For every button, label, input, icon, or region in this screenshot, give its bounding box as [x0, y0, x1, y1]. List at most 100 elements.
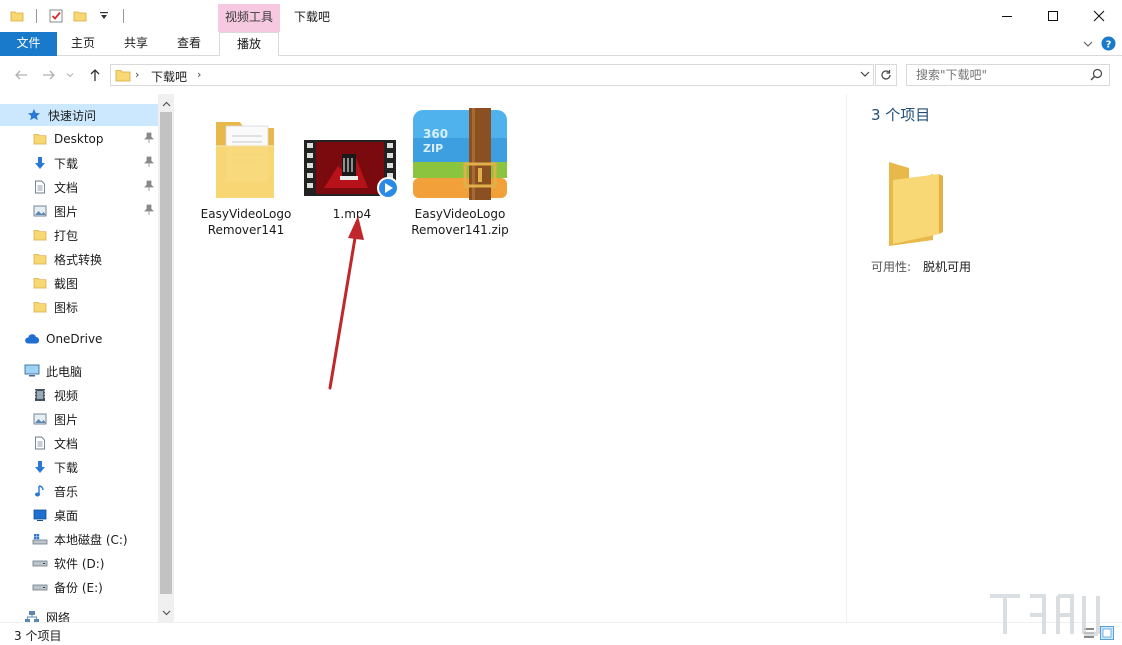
chevron-down-icon[interactable] [1083, 39, 1093, 49]
tab-view[interactable]: 查看 [166, 32, 212, 56]
nav-label: OneDrive [46, 332, 103, 346]
address-row: › 下载吧 › [0, 56, 1122, 94]
ribbon-right-controls: ? [1083, 36, 1116, 51]
recent-locations-button[interactable] [64, 66, 76, 84]
close-button[interactable] [1076, 0, 1122, 32]
chevron-down-icon [66, 73, 74, 78]
system-drive-icon [32, 531, 48, 547]
nav-item-music[interactable]: 音乐 [0, 480, 158, 502]
nav-item-desktop-pc[interactable]: 桌面 [0, 504, 158, 526]
pin-icon[interactable] [144, 180, 154, 195]
help-icon[interactable]: ? [1101, 36, 1116, 51]
nav-item-icons[interactable]: 图标 [0, 296, 158, 318]
breadcrumb-chevron-icon[interactable]: › [197, 68, 201, 81]
nav-item-pack[interactable]: 打包 [0, 224, 158, 246]
toolbar-separator [123, 9, 124, 23]
nav-item-desktop[interactable]: Desktop [0, 128, 158, 150]
nav-label: 快速访问 [48, 108, 97, 123]
tab-home[interactable]: 主页 [60, 32, 106, 56]
maximize-button[interactable] [1030, 0, 1076, 32]
file-item-folder[interactable]: EasyVideoLogo Remover141 [194, 106, 298, 238]
toolbar-separator [36, 9, 37, 23]
nav-item-pc-documents[interactable]: 文档 [0, 432, 158, 454]
nav-label: 文档 [54, 180, 79, 195]
pin-icon[interactable] [144, 204, 154, 219]
tab-file[interactable]: 文件 [0, 32, 57, 56]
address-bar[interactable]: › 下载吧 › [110, 64, 874, 86]
nav-onedrive[interactable]: OneDrive [0, 328, 158, 350]
properties-check-icon[interactable] [47, 7, 65, 25]
arrow-up-icon [90, 69, 100, 81]
chevron-down-icon [860, 71, 870, 77]
music-note-icon [32, 483, 48, 499]
details-view-icon[interactable] [1082, 626, 1096, 640]
large-icons-view-icon[interactable] [1100, 626, 1114, 640]
scroll-up-button[interactable] [158, 96, 174, 112]
search-input[interactable] [907, 65, 1087, 85]
file-item-video[interactable]: 1.mp4 [300, 106, 404, 222]
nav-item-downloads[interactable]: 下载 [0, 152, 158, 174]
availability-label: 可用性: [871, 260, 912, 274]
nav-label: Desktop [54, 132, 104, 146]
close-icon [1093, 10, 1105, 22]
network-icon [24, 609, 40, 622]
arrow-right-icon [43, 70, 55, 80]
nav-network[interactable]: 网络 [0, 606, 158, 622]
star-icon [26, 107, 42, 123]
tab-play[interactable]: 播放 [219, 32, 279, 57]
address-history-dropdown[interactable] [859, 68, 871, 83]
folder-icon[interactable] [8, 7, 26, 25]
pin-icon[interactable] [144, 132, 154, 147]
details-availability: 可用性: 脱机可用 [871, 258, 971, 275]
zip-archive-icon: 360 ZIP [408, 106, 512, 202]
breadcrumb-chevron-icon[interactable]: › [135, 68, 139, 81]
nav-scrollbar-thumb[interactable] [160, 112, 172, 594]
pin-icon[interactable] [144, 156, 154, 171]
availability-value: 脱机可用 [923, 260, 972, 274]
nav-label: 文档 [54, 436, 79, 451]
nav-item-pictures[interactable]: 图片 [0, 200, 158, 222]
refresh-button[interactable] [875, 64, 897, 86]
minimize-button[interactable] [984, 0, 1030, 32]
search-box[interactable] [906, 64, 1110, 86]
folder-icon [32, 251, 48, 267]
folder-icon [115, 67, 131, 86]
customize-dropdown-icon[interactable] [95, 7, 113, 25]
details-item-count: 3 个项目 [871, 106, 931, 124]
new-folder-icon[interactable] [71, 7, 89, 25]
cloud-icon [24, 331, 40, 347]
nav-item-format-convert[interactable]: 格式转换 [0, 248, 158, 270]
video-icon [32, 387, 48, 403]
file-name-line: Remover141 [207, 223, 285, 237]
file-name-line: Remover141.zip [411, 223, 509, 237]
nav-item-videos[interactable]: 视频 [0, 384, 158, 406]
nav-item-screenshots[interactable]: 截图 [0, 272, 158, 294]
nav-item-pc-pictures[interactable]: 图片 [0, 408, 158, 430]
breadcrumb-current[interactable]: 下载吧 [151, 68, 187, 85]
nav-item-documents[interactable]: 文档 [0, 176, 158, 198]
tab-share[interactable]: 共享 [113, 32, 159, 56]
folder-icon [32, 275, 48, 291]
up-button[interactable] [86, 66, 104, 84]
nav-item-drive-e[interactable]: 备份 (E:) [0, 576, 158, 598]
forward-button[interactable] [40, 66, 58, 84]
back-button[interactable] [12, 66, 30, 84]
nav-quick-access[interactable]: 快速访问 [0, 104, 158, 126]
nav-label: 本地磁盘 (C:) [54, 532, 128, 547]
picture-icon [32, 411, 48, 427]
maximize-icon [1048, 11, 1058, 21]
computer-icon [24, 363, 40, 379]
svg-text:ZIP: ZIP [423, 142, 443, 155]
nav-this-pc[interactable]: 此电脑 [0, 360, 158, 382]
nav-label: 格式转换 [54, 252, 103, 267]
search-icon[interactable] [1090, 68, 1103, 84]
nav-item-pc-downloads[interactable]: 下载 [0, 456, 158, 478]
nav-item-drive-c[interactable]: 本地磁盘 (C:) [0, 528, 158, 550]
nav-label: 桌面 [54, 508, 79, 523]
file-item-zip[interactable]: 360 ZIP EasyVideoLogo Remover141.zip [408, 106, 512, 238]
video-file-icon [300, 106, 404, 202]
svg-text:360: 360 [423, 127, 448, 141]
nav-item-drive-d[interactable]: 软件 (D:) [0, 552, 158, 574]
scroll-down-button[interactable] [158, 604, 174, 620]
picture-icon [32, 203, 48, 219]
